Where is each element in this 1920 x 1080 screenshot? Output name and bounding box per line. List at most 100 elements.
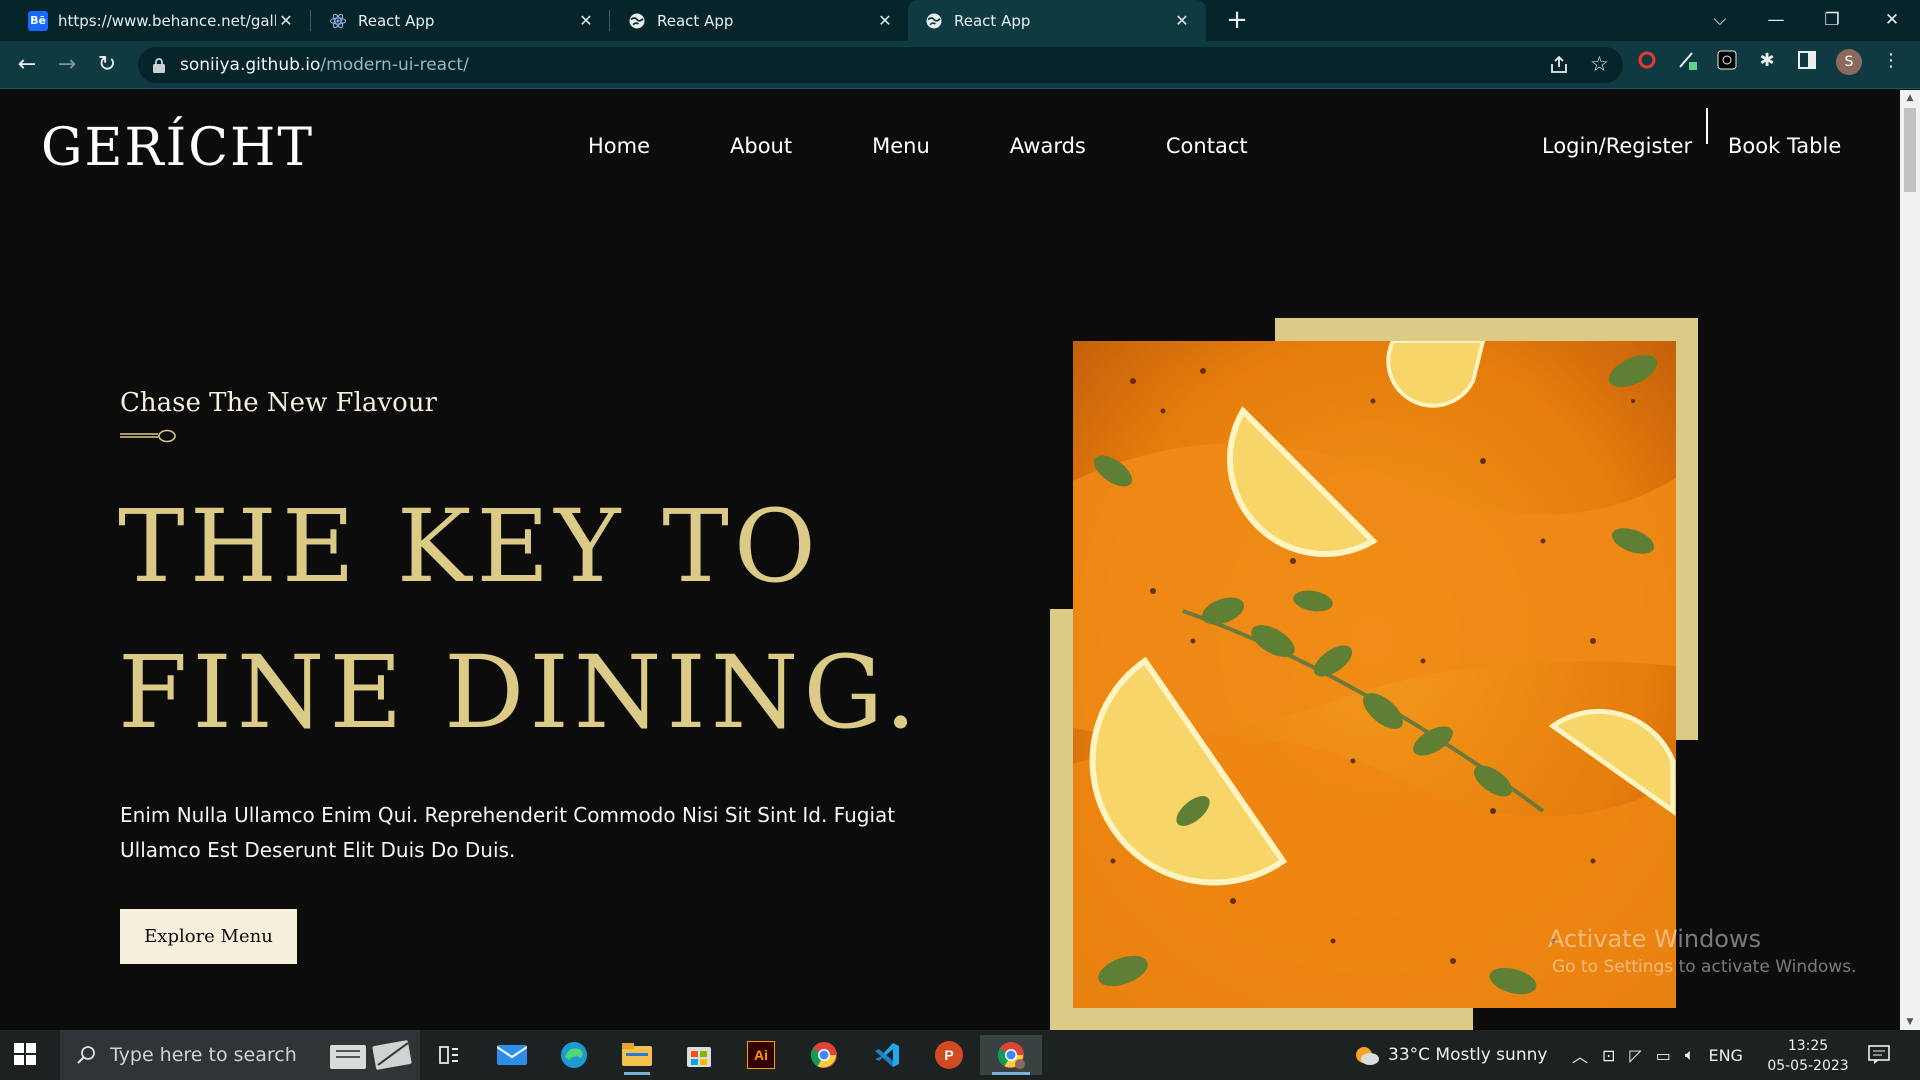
vscode-icon[interactable] (866, 1035, 908, 1075)
taskbar-clock[interactable]: 13:25 05-05-2023 (1766, 1036, 1850, 1076)
profile-avatar[interactable]: S (1836, 49, 1862, 75)
side-panel-icon[interactable] (1796, 49, 1818, 71)
main-nav: Home About Menu Awards Contact (588, 134, 1248, 158)
hero-headline: THE KEY TO FINE DINING. (118, 474, 921, 766)
hero-subtitle: Chase The New Flavour (120, 388, 437, 418)
search-icon (77, 1046, 95, 1064)
search-highlight-icon (330, 1040, 412, 1070)
illustrator-icon[interactable]: Ai (740, 1035, 782, 1075)
restore-icon[interactable]: ❐ (1804, 0, 1860, 41)
close-tab-icon[interactable]: ✕ (1172, 11, 1192, 30)
web-page: GERÍCHT Home About Menu Awards Contact L… (0, 90, 1900, 1030)
taskbar-search-box[interactable]: Type here to search (60, 1030, 420, 1080)
running-indicator (992, 1072, 1030, 1075)
tab-title: React App (954, 11, 1031, 30)
nav-link-awards[interactable]: Awards (1010, 134, 1086, 158)
watermark-title: Activate Windows (1548, 925, 1762, 953)
book-table-link[interactable]: Book Table (1728, 134, 1841, 158)
globe-icon (924, 11, 944, 31)
url-path: /modern-ui-react/ (320, 55, 469, 75)
extension-red-ring-icon[interactable] (1636, 49, 1658, 71)
chrome-icon[interactable] (803, 1035, 845, 1075)
notification-center-icon[interactable] (1868, 1030, 1890, 1080)
globe-icon (627, 11, 647, 31)
browser-toolbar: ← → ↻ soniiya.github.io/modern-ui-react/… (0, 41, 1920, 89)
tab-separator (310, 10, 311, 31)
headline-line-2: FINE DINING. (118, 634, 922, 751)
scroll-up-icon[interactable]: ▲ (1900, 93, 1920, 103)
extension-pen-icon[interactable] (1676, 49, 1698, 71)
powerpoint-icon[interactable]: P (928, 1035, 970, 1075)
windows-start-icon[interactable] (14, 1043, 36, 1065)
nav-link-contact[interactable]: Contact (1166, 134, 1248, 158)
browser-tab-react-app-active[interactable]: React App ✕ (908, 0, 1206, 41)
address-bar[interactable]: soniiya.github.io/modern-ui-react/ (138, 47, 1623, 83)
windows-taskbar: Type here to search Ai P 33°C Mostly sun… (0, 1030, 1920, 1080)
meet-now-icon[interactable]: ⊡ (1602, 1046, 1615, 1065)
new-tab-button[interactable]: + (1222, 5, 1252, 35)
microsoft-store-icon[interactable] (678, 1035, 720, 1075)
url-host: soniiya.github.io (180, 55, 321, 75)
clock-time: 13:25 (1787, 1038, 1829, 1054)
hero-description: Enim Nulla Ullamco Enim Qui. Reprehender… (120, 803, 896, 862)
browser-tab-react-app-2[interactable]: React App ✕ (611, 0, 909, 41)
explore-menu-button[interactable]: Explore Menu (120, 909, 297, 964)
nav-link-home[interactable]: Home (588, 134, 650, 158)
search-placeholder: Type here to search (110, 1044, 297, 1066)
battery-icon[interactable]: ▭ (1656, 1046, 1671, 1065)
extension-bar: ✱ S ⋮ (1636, 49, 1902, 75)
task-view-icon[interactable] (428, 1035, 470, 1075)
weather-widget[interactable]: 33°C Mostly sunny (1352, 1030, 1547, 1080)
close-tab-icon[interactable]: ✕ (875, 11, 895, 30)
browser-tab-behance[interactable]: Bē https://www.behance.net/gallery ✕ (12, 0, 310, 41)
scrollbar-thumb[interactable] (1904, 108, 1916, 192)
volume-icon[interactable]: 🔈︎ (1685, 1045, 1695, 1065)
tab-title: React App (358, 11, 435, 30)
tray-chevron-up-icon[interactable]: ︿ (1572, 1043, 1588, 1067)
close-tab-icon[interactable]: ✕ (276, 11, 296, 30)
file-explorer-icon[interactable] (616, 1035, 658, 1075)
minimize-icon[interactable]: — (1748, 0, 1804, 41)
extension-chatgpt-icon[interactable] (1716, 49, 1738, 71)
tab-title: React App (657, 11, 734, 30)
react-icon (328, 11, 348, 31)
back-arrow-icon[interactable]: ← (11, 49, 43, 81)
spoon-divider-icon (120, 429, 176, 443)
page-scrollbar[interactable]: ▲ ▼ (1900, 90, 1920, 1030)
nav-link-about[interactable]: About (730, 134, 792, 158)
headline-line-1: THE KEY TO (118, 488, 821, 605)
chrome-profile-icon[interactable] (980, 1035, 1042, 1075)
browser-tab-strip: Bē https://www.behance.net/gallery ✕ Rea… (0, 0, 1920, 41)
tab-search-chevron-icon[interactable]: ⌵ (1692, 0, 1748, 41)
windows-activation-watermark: Activate Windows Go to Settings to activ… (1548, 925, 1857, 977)
behance-icon: Bē (28, 10, 48, 31)
hero-food-image (1073, 341, 1676, 1008)
edge-browser-icon[interactable] (553, 1035, 595, 1075)
forward-arrow-icon[interactable]: → (51, 49, 83, 81)
language-indicator[interactable]: ENG (1708, 1046, 1742, 1065)
lock-icon (153, 58, 165, 73)
site-logo[interactable]: GERÍCHT (41, 118, 314, 178)
browser-tab-react-app-1[interactable]: React App ✕ (312, 0, 610, 41)
bookmark-star-icon[interactable]: ☆ (1590, 52, 1609, 76)
reload-icon[interactable]: ↻ (91, 49, 123, 81)
wifi-icon[interactable]: ◸ (1629, 1046, 1641, 1065)
tab-title: https://www.behance.net/gallery (58, 11, 276, 30)
share-icon[interactable] (1548, 54, 1570, 80)
system-tray: ︿ ⊡ ◸ ▭ 🔈︎ ENG (1572, 1030, 1743, 1080)
nav-divider (1706, 108, 1708, 144)
clock-date: 05-05-2023 (1767, 1058, 1849, 1074)
running-indicator (624, 1072, 650, 1075)
close-tab-icon[interactable]: ✕ (576, 11, 596, 30)
weather-sun-icon (1356, 1047, 1379, 1065)
watermark-subtitle: Go to Settings to activate Windows. (1552, 957, 1857, 977)
login-register-link[interactable]: Login/Register (1542, 134, 1692, 158)
mail-app-icon[interactable] (491, 1035, 533, 1075)
close-window-icon[interactable]: ✕ (1864, 0, 1920, 41)
scroll-down-icon[interactable]: ▼ (1900, 1017, 1920, 1027)
browser-menu-icon[interactable]: ⋮ (1880, 49, 1902, 71)
weather-text: 33°C Mostly sunny (1388, 1045, 1548, 1065)
nav-link-menu[interactable]: Menu (872, 134, 930, 158)
tab-separator (609, 10, 610, 31)
extensions-puzzle-icon[interactable]: ✱ (1756, 49, 1778, 71)
